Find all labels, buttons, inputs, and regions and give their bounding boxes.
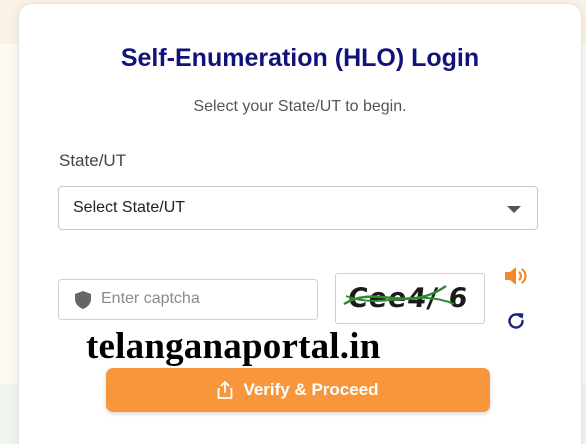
watermark-text: telanganaportal.in [86,326,381,367]
verify-proceed-label: Verify & Proceed [243,380,379,399]
page-subtitle: Select your State/UT to begin. [193,98,407,115]
verify-proceed-button[interactable]: Verify & Proceed [106,368,490,412]
refresh-icon[interactable] [505,310,527,332]
chevron-down-icon [507,206,521,213]
state-select-value: Select State/UT [73,199,186,216]
page-title: Self-Enumeration (HLO) Login [120,44,480,72]
state-label: State/UT [59,151,127,170]
captcha-placeholder: Enter captcha [101,290,200,307]
share-icon [218,381,233,399]
captcha-noise-lines [343,284,455,306]
speaker-icon[interactable] [503,264,529,288]
state-select[interactable]: Select State/UT [58,186,538,230]
captcha-image: Cee4/ 6 [335,273,485,324]
shield-icon [75,291,91,309]
captcha-input[interactable]: Enter captcha [58,279,318,320]
